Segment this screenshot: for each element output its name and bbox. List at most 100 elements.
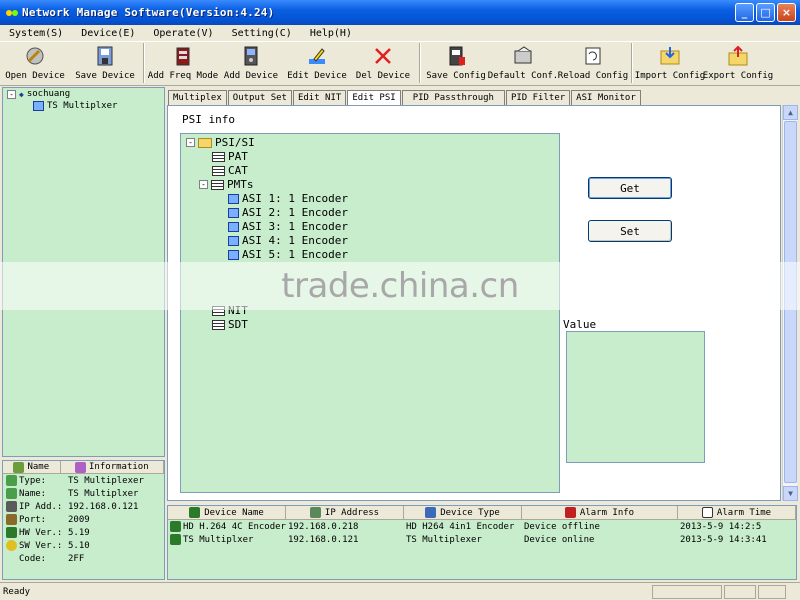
tree-node-nit[interactable]: NIT <box>212 304 248 317</box>
alarm-header-alarm-info[interactable]: Alarm Info <box>522 506 678 519</box>
close-button[interactable]: × <box>777 3 796 22</box>
folder-icon <box>198 137 212 148</box>
save-config-button[interactable]: Save Config <box>424 42 488 84</box>
tab-pid-filter[interactable]: PID Filter <box>505 90 571 106</box>
menu-help[interactable]: Help(H) <box>301 28 361 39</box>
title-bar: Network Manage Software(Version:4.24) _ … <box>0 0 800 25</box>
menu-operate[interactable]: Operate(V) <box>144 28 222 39</box>
tree-node-cat[interactable]: CAT <box>212 164 248 177</box>
get-button[interactable]: Get <box>588 177 672 199</box>
tree-node-pmts[interactable]: - PMTs <box>199 178 254 191</box>
export-config-button[interactable]: Export Config <box>703 42 773 84</box>
info-row-port: Port: 2009 <box>3 513 164 526</box>
menu-setting[interactable]: Setting(C) <box>223 28 301 39</box>
import-config-icon <box>658 44 682 68</box>
reload-config-label: Reload Config <box>557 71 629 81</box>
toolbar-separator <box>419 43 421 83</box>
del-device-button[interactable]: Del Device <box>350 42 416 84</box>
import-config-button[interactable]: Import Config <box>635 42 705 84</box>
type-icon <box>6 475 17 486</box>
name-row-icon <box>6 488 17 499</box>
tree-node-pmt-asi-2[interactable]: ASI 2: 1 Encoder <box>228 206 348 219</box>
tab-bar: Multiplex Output Set Edit NIT Edit PSI P… <box>168 90 642 107</box>
device-type-icon <box>425 507 437 518</box>
tree-item-label: TS Multiplxer <box>47 101 118 111</box>
value-textbox[interactable] <box>566 331 705 463</box>
scroll-thumb[interactable] <box>784 121 797 483</box>
maximize-button[interactable]: □ <box>756 3 775 22</box>
info-row-sw-ver: SW Ver.: 5.10 <box>3 539 164 552</box>
minimize-button[interactable]: _ <box>735 3 754 22</box>
alarm-row[interactable]: HD H.264 4C Encoder 192.168.0.218 HD H26… <box>168 520 796 533</box>
device-info-panel: Name Information Type: TS Multiplexer Nam… <box>2 460 165 580</box>
tree-node-pat[interactable]: PAT <box>212 150 248 163</box>
ip-icon <box>6 501 17 512</box>
status-pane <box>724 584 756 599</box>
tree-node-pmt-asi-1[interactable]: ASI 1: 1 Encoder <box>228 192 348 205</box>
information-icon <box>75 461 87 473</box>
info-row-type: Type: TS Multiplexer <box>3 474 164 487</box>
edit-device-label: Edit Device <box>287 71 347 81</box>
table-icon <box>212 305 225 316</box>
info-row-name: Name: TS Multiplxer <box>3 487 164 500</box>
edit-psi-panel: PSI info - PSI/SI PAT CAT - PMTs ASI 1: … <box>167 105 781 501</box>
menu-system[interactable]: System(S) <box>0 28 72 39</box>
open-device-label: Open Device <box>5 71 65 81</box>
tab-asi-monitor[interactable]: ASI Monitor <box>571 90 641 106</box>
tab-pid-passthrough[interactable]: PID Passthrough <box>401 90 505 106</box>
device-icon <box>33 101 44 111</box>
value-label: Value <box>563 318 597 331</box>
collapse-icon[interactable]: - <box>199 180 208 189</box>
tree-node-pmt-asi-3[interactable]: ASI 3: 1 Encoder <box>228 220 348 233</box>
port-icon <box>6 514 17 525</box>
tree-node-psi-si[interactable]: - PSI/SI <box>186 136 255 149</box>
default-conf-button[interactable]: Default Conf. <box>488 42 558 84</box>
toolbar-separator <box>143 43 145 83</box>
device-tree-panel: - ◆ sochuang TS Multiplxer <box>2 87 165 457</box>
alarm-header-ip-address[interactable]: IP Address <box>286 506 404 519</box>
info-row-hw-ver: HW Ver.: 5.19 <box>3 526 164 539</box>
vertical-scrollbar[interactable]: ▲ ▼ <box>782 105 798 501</box>
export-config-icon <box>726 44 750 68</box>
open-device-button[interactable]: Open Device <box>0 42 70 84</box>
info-header-information[interactable]: Information <box>61 461 164 473</box>
tree-node-pmt-asi-5[interactable]: ASI 5: 1 Encoder <box>228 248 348 261</box>
alarm-header-device-name[interactable]: Device Name <box>168 506 286 519</box>
status-text: Ready <box>3 586 31 597</box>
save-config-label: Save Config <box>426 71 486 81</box>
program-icon <box>228 249 239 260</box>
alarm-header-alarm-time[interactable]: Alarm Time <box>678 506 796 519</box>
save-device-button[interactable]: Save Device <box>70 42 140 84</box>
edit-device-button[interactable]: Edit Device <box>284 42 350 84</box>
network-icon: ◆ <box>19 89 24 99</box>
table-icon <box>212 319 225 330</box>
tab-edit-nit[interactable]: Edit NIT <box>292 90 347 106</box>
alarm-row[interactable]: TS Multiplxer 192.168.0.121 TS Multiplex… <box>168 533 796 546</box>
reload-config-icon <box>581 44 605 68</box>
add-freq-mode-button[interactable]: Add Freq Mode <box>148 42 218 84</box>
collapse-icon[interactable]: - <box>186 138 195 147</box>
tree-root-sochuang[interactable]: - ◆ sochuang <box>7 89 70 99</box>
menu-device[interactable]: Device(E) <box>72 28 144 39</box>
menu-bar: System(S) Device(E) Operate(V) Setting(C… <box>0 25 800 42</box>
tab-output-set[interactable]: Output Set <box>227 90 292 106</box>
set-button[interactable]: Set <box>588 220 672 242</box>
tree-node-pmt-asi-4[interactable]: ASI 4: 1 Encoder <box>228 234 348 247</box>
collapse-icon[interactable]: - <box>7 89 16 99</box>
psi-tree[interactable]: - PSI/SI PAT CAT - PMTs ASI 1: 1 Encoder… <box>180 133 560 493</box>
alarm-header-device-type[interactable]: Device Type <box>404 506 522 519</box>
alarm-info-icon <box>564 507 576 518</box>
tree-node-sdt[interactable]: SDT <box>212 318 248 331</box>
info-header-name[interactable]: Name <box>3 461 61 473</box>
toolbar: Open Device Save Device Add Freq Mode Ad… <box>0 42 800 86</box>
tab-multiplex[interactable]: Multiplex <box>168 90 227 106</box>
alarm-list: Device Name IP Address Device Type Alarm… <box>167 505 797 580</box>
del-device-icon <box>371 44 395 68</box>
default-conf-icon <box>511 44 535 68</box>
tree-item-ts-multiplxer[interactable]: TS Multiplxer <box>33 101 117 111</box>
reload-config-button[interactable]: Reload Config <box>558 42 628 84</box>
add-device-button[interactable]: Add Device <box>218 42 284 84</box>
add-device-icon <box>239 44 263 68</box>
scroll-down-icon[interactable]: ▼ <box>783 486 798 501</box>
scroll-up-icon[interactable]: ▲ <box>783 105 798 120</box>
